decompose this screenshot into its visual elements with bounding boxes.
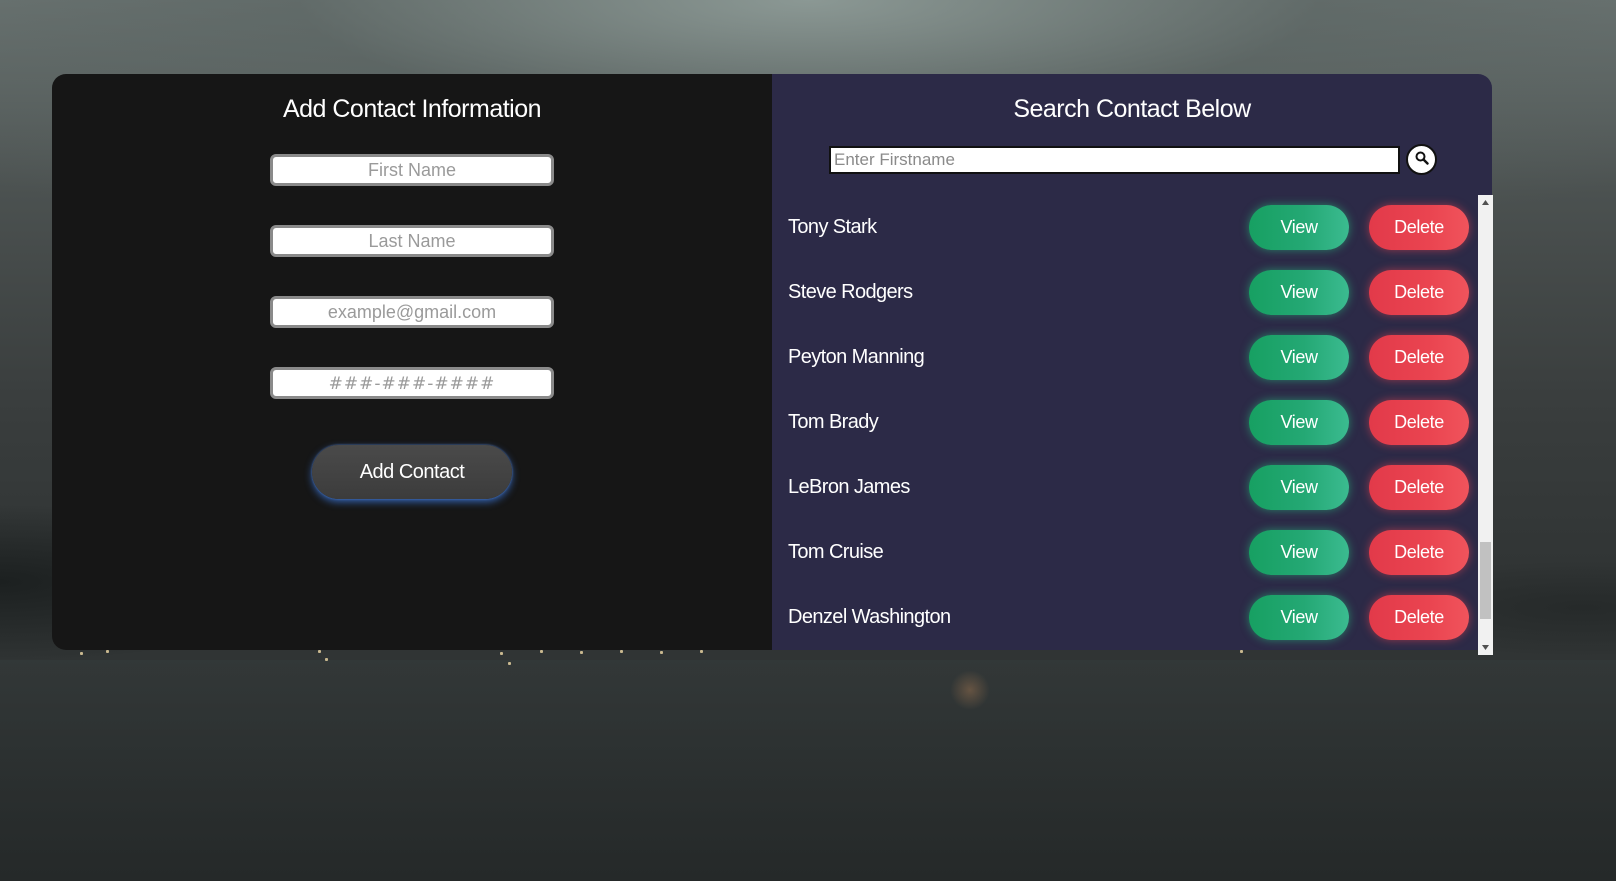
view-button[interactable]: View: [1249, 530, 1349, 575]
search-button[interactable]: [1406, 144, 1437, 175]
add-contact-panel: Add Contact Information Add Contact: [52, 74, 772, 650]
contact-row: Tom Cruise View Delete: [772, 520, 1478, 585]
scroll-up-arrow-icon[interactable]: [1478, 195, 1493, 210]
contact-app: Add Contact Information Add Contact Sear…: [52, 74, 1492, 650]
delete-button[interactable]: Delete: [1369, 270, 1469, 315]
contact-row: LeBron James View Delete: [772, 455, 1478, 520]
search-input[interactable]: [829, 145, 1400, 174]
search-title-wrap: Search Contact Below: [772, 74, 1492, 124]
contact-name: Peyton Manning: [788, 346, 925, 368]
background-light-reflection: [950, 670, 990, 710]
background-town-lights: [60, 648, 1410, 684]
view-button[interactable]: View: [1249, 205, 1349, 250]
delete-button[interactable]: Delete: [1369, 400, 1469, 445]
contact-name: LeBron James: [788, 476, 910, 498]
delete-button[interactable]: Delete: [1369, 335, 1469, 380]
background-lake: [0, 660, 1616, 881]
contact-name: Tony Stark: [788, 216, 877, 238]
delete-button[interactable]: Delete: [1369, 595, 1469, 640]
contact-row: Denzel Washington View Delete: [772, 585, 1478, 650]
phone-input[interactable]: [270, 367, 554, 399]
add-contact-button[interactable]: Add Contact: [312, 445, 512, 499]
contact-row: Tony Stark View Delete: [772, 195, 1478, 260]
add-contact-title: Add Contact Information: [282, 95, 542, 123]
scroll-down-arrow-icon[interactable]: [1478, 640, 1493, 655]
contact-name: Tom Brady: [788, 411, 879, 433]
contact-list-scrollbar[interactable]: [1478, 195, 1493, 655]
email-input[interactable]: [270, 296, 554, 328]
view-button[interactable]: View: [1249, 270, 1349, 315]
search-icon: [1415, 151, 1429, 168]
search-contact-panel: Search Contact Below Tony Stark View Del…: [772, 74, 1492, 650]
view-button[interactable]: View: [1249, 465, 1349, 510]
contact-name: Denzel Washington: [788, 606, 951, 628]
search-contact-title: Search Contact Below: [1013, 95, 1251, 123]
scrollbar-thumb[interactable]: [1480, 542, 1491, 619]
delete-button[interactable]: Delete: [1369, 530, 1469, 575]
delete-button[interactable]: Delete: [1369, 205, 1469, 250]
contact-list: Tony Stark View Delete Steve Rodgers Vie…: [772, 195, 1478, 650]
contact-row: Tom Brady View Delete: [772, 390, 1478, 455]
contact-name: Steve Rodgers: [788, 281, 913, 303]
contact-row: Peyton Manning View Delete: [772, 325, 1478, 390]
delete-button[interactable]: Delete: [1369, 465, 1469, 510]
view-button[interactable]: View: [1249, 400, 1349, 445]
contact-row: Steve Rodgers View Delete: [772, 260, 1478, 325]
view-button[interactable]: View: [1249, 335, 1349, 380]
search-bar: [829, 144, 1437, 175]
last-name-input[interactable]: [270, 225, 554, 257]
view-button[interactable]: View: [1249, 595, 1349, 640]
first-name-input[interactable]: [270, 154, 554, 186]
contact-name: Tom Cruise: [788, 541, 884, 563]
